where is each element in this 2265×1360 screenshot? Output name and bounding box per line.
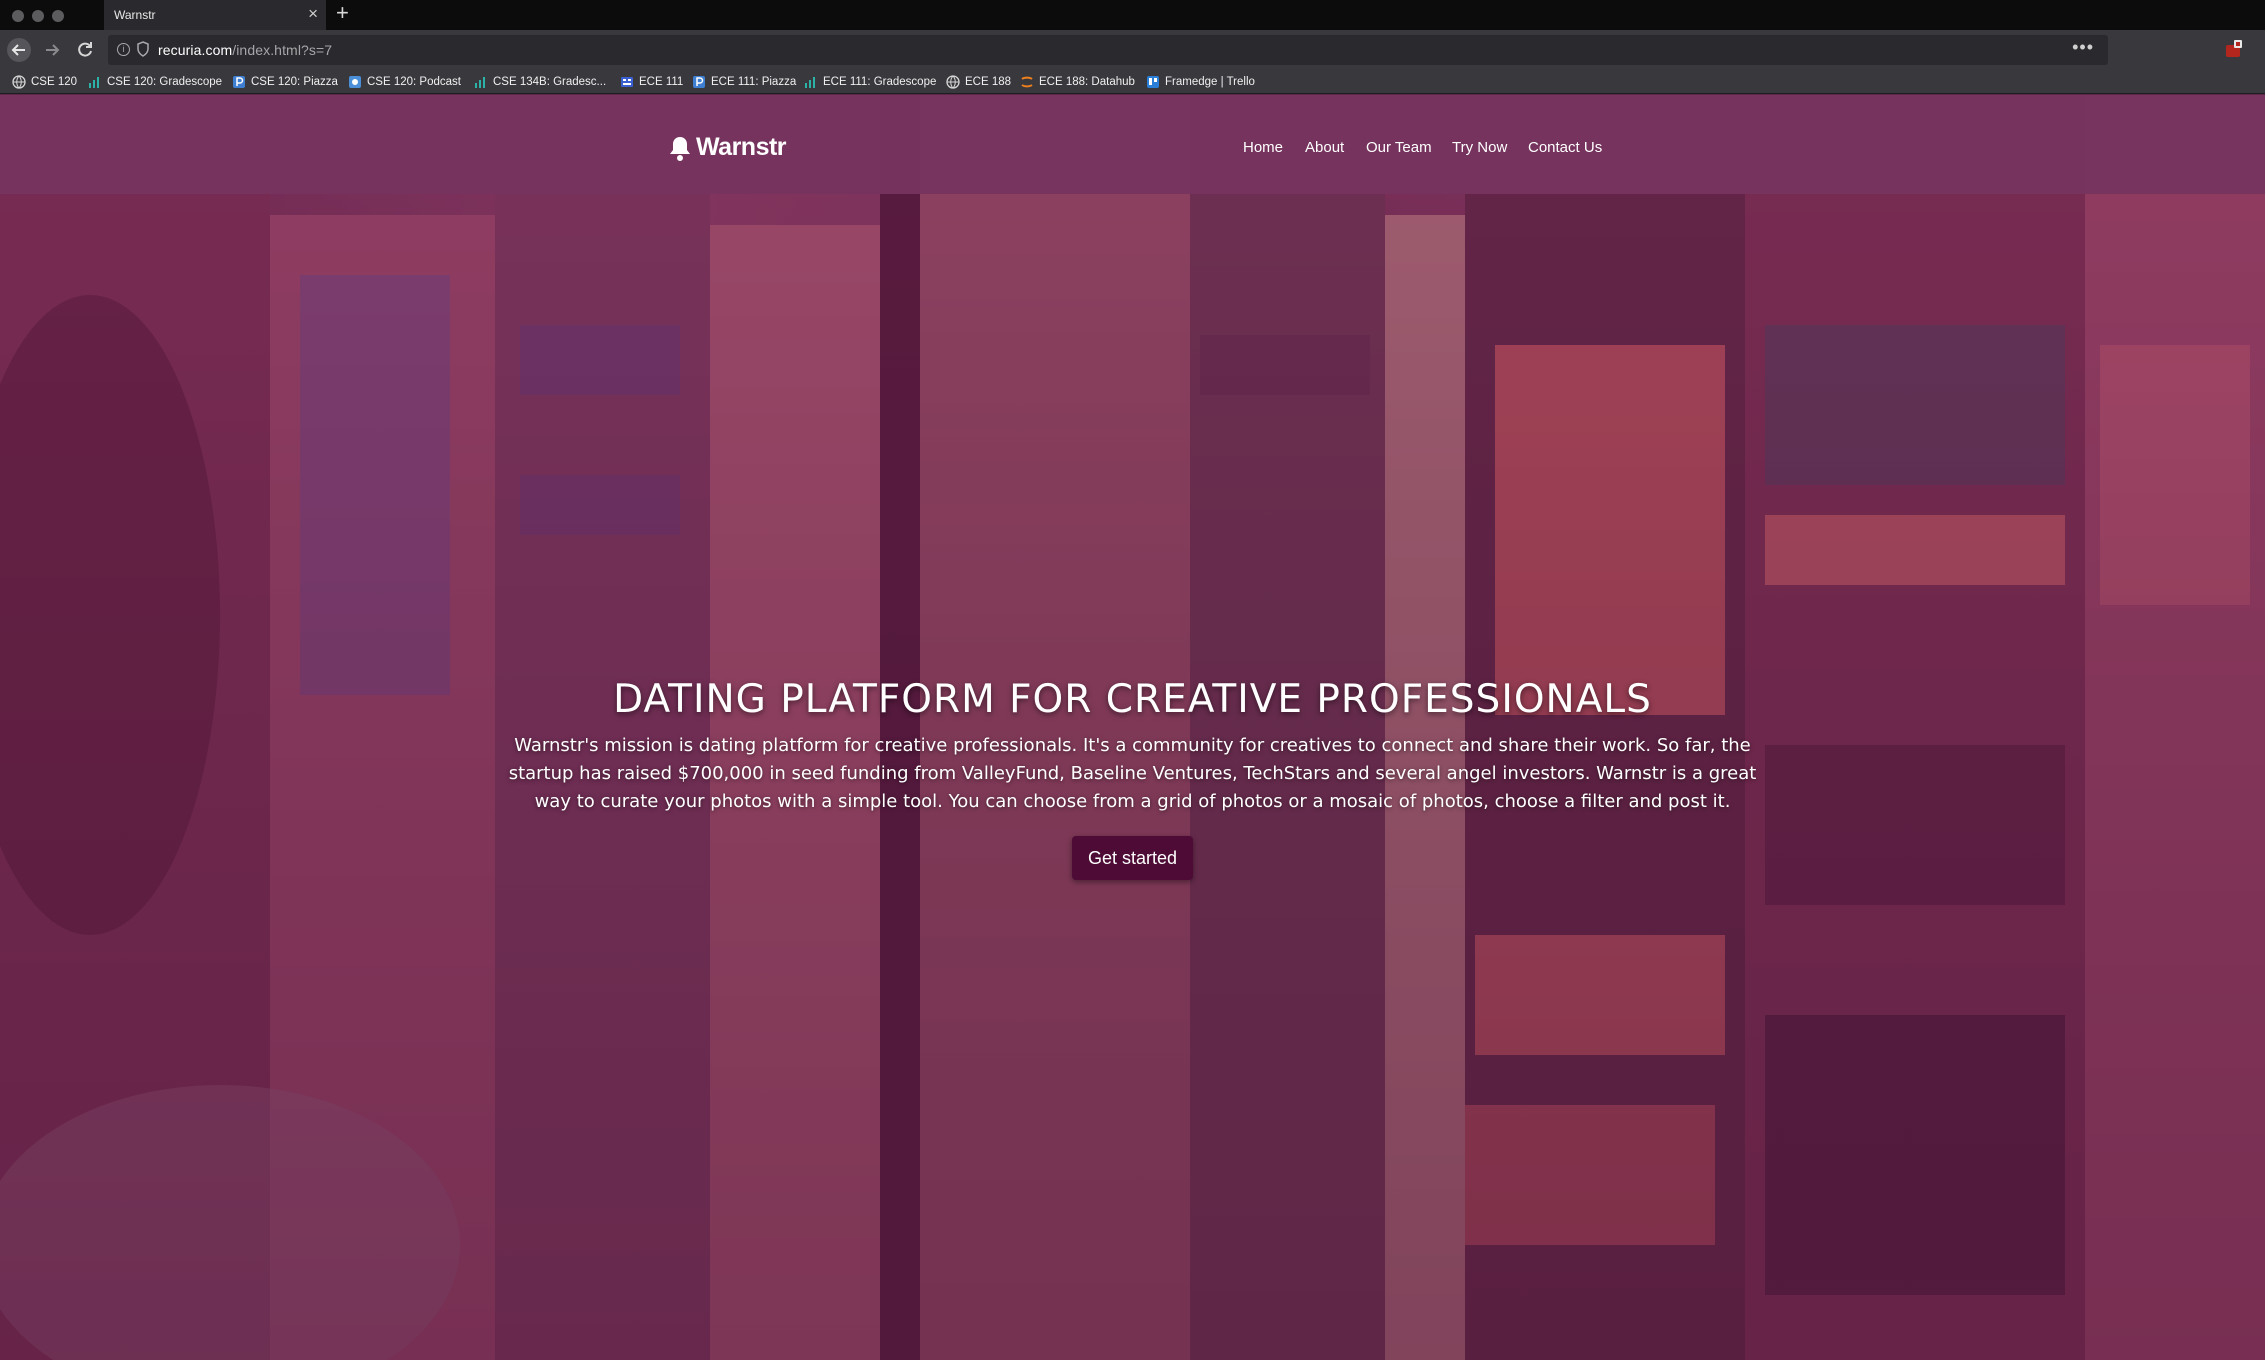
bookmark-ece-111-gradescope[interactable]: ECE 111: Gradescope — [804, 74, 936, 90]
bookmark-cse-134b-gradescope[interactable]: CSE 134B: Gradesc... — [474, 74, 606, 90]
bookmark-ece-111-piazza[interactable]: ECE 111: Piazza — [692, 74, 796, 90]
bookmark-cse-120-gradescope[interactable]: CSE 120: Gradescope — [88, 74, 222, 90]
hero-description: Warnstr's mission is dating platform for… — [508, 735, 1757, 812]
nav-about[interactable]: About — [1305, 139, 1344, 156]
nav-home[interactable]: Home — [1243, 139, 1283, 156]
shield-icon[interactable] — [136, 41, 150, 57]
close-tab-icon[interactable]: × — [308, 5, 318, 22]
forward-button[interactable] — [40, 38, 64, 62]
piazza-icon — [693, 76, 705, 88]
bookmark-label: CSE 120: Piazza — [251, 76, 338, 88]
extension-icon[interactable] — [2224, 39, 2244, 59]
bookmark-label: ECE 111: Gradescope — [823, 76, 937, 88]
bookmark-cse-120-piazza[interactable]: CSE 120: Piazza — [232, 74, 338, 90]
brand-name: Warnstr — [696, 133, 787, 161]
nav-contact-us[interactable]: Contact Us — [1528, 139, 1602, 156]
brand-logo[interactable]: Warnstr — [668, 133, 787, 162]
url-text[interactable]: recuria.com/index.html?s=7 — [158, 42, 332, 58]
bookmark-ece-188-datahub[interactable]: ECE 188: Datahub — [1020, 74, 1135, 90]
globe-icon — [946, 75, 960, 89]
bookmark-label: Framedge | Trello — [1165, 76, 1255, 88]
trello-icon — [1147, 76, 1159, 88]
canvas-icon — [621, 77, 633, 87]
bookmark-label: CSE 120 — [31, 76, 78, 88]
browser-tab[interactable]: Warnstr × — [104, 0, 326, 30]
info-icon[interactable]: i — [117, 43, 130, 56]
nav-try-now[interactable]: Try Now — [1452, 139, 1507, 156]
window-minimize-button[interactable] — [32, 10, 44, 22]
bars-icon — [805, 77, 815, 88]
bookmark-label: ECE 111: Piazza — [711, 76, 797, 88]
url-host: recuria.com — [158, 42, 233, 58]
podcast-icon — [349, 76, 361, 88]
bookmark-cse-120-podcast[interactable]: CSE 120: Podcast — [348, 74, 461, 90]
nav-our-team[interactable]: Our Team — [1366, 139, 1432, 156]
piazza-icon — [233, 76, 245, 88]
bookmark-cse-120[interactable]: CSE 120 — [12, 74, 77, 90]
back-button[interactable] — [7, 38, 31, 62]
hero-section: DATING PLATFORM FOR CREATIVE PROFESSIONA… — [0, 677, 2265, 880]
tab-title: Warnstr — [114, 8, 156, 22]
get-started-button[interactable]: Get started — [1071, 836, 1194, 880]
bookmark-label: ECE 188: Datahub — [1039, 76, 1135, 88]
bookmark-label: CSE 134B: Gradesc... — [493, 76, 607, 88]
bookmark-label: CSE 120: Podcast — [367, 76, 461, 88]
bookmark-label: CSE 120: Gradescope — [107, 76, 223, 88]
reload-button[interactable] — [73, 38, 97, 62]
window-close-button[interactable] — [12, 10, 24, 22]
window-zoom-button[interactable] — [52, 10, 64, 22]
bars-icon — [475, 77, 485, 88]
tab-strip: Warnstr × + — [0, 0, 2265, 30]
site-header: Warnstr Home About Our Team Try Now Cont… — [0, 95, 2265, 194]
hero-title: DATING PLATFORM FOR CREATIVE PROFESSIONA… — [613, 677, 1652, 722]
bookmark-framedge-trello[interactable]: Framedge | Trello — [1146, 74, 1255, 90]
page-actions-menu-icon[interactable]: ••• — [2072, 37, 2094, 58]
url-path: /index.html?s=7 — [232, 42, 333, 58]
reload-icon — [78, 42, 92, 57]
bell-icon — [670, 136, 690, 161]
bookmark-label: ECE 111 — [639, 76, 684, 88]
web-page: Warnstr Home About Our Team Try Now Cont… — [0, 95, 2265, 1360]
bookmarks-bar: CSE 120 CSE 120: Gradescope CSE 120: Pia… — [0, 70, 2265, 94]
bars-icon — [89, 77, 99, 88]
new-tab-button[interactable]: + — [336, 2, 349, 24]
back-arrow-icon — [11, 44, 25, 56]
bookmark-label: ECE 188 — [965, 76, 1012, 88]
address-bar[interactable]: i recuria.com/index.html?s=7 ••• — [108, 35, 2108, 65]
bookmark-ece-188[interactable]: ECE 188 — [946, 74, 1011, 90]
globe-icon — [12, 75, 26, 89]
bookmark-ece-111[interactable]: ECE 111 — [620, 74, 683, 90]
forward-arrow-icon — [46, 44, 60, 56]
navigation-toolbar: i recuria.com/index.html?s=7 ••• — [0, 30, 2265, 70]
jupyter-icon — [1021, 76, 1033, 88]
